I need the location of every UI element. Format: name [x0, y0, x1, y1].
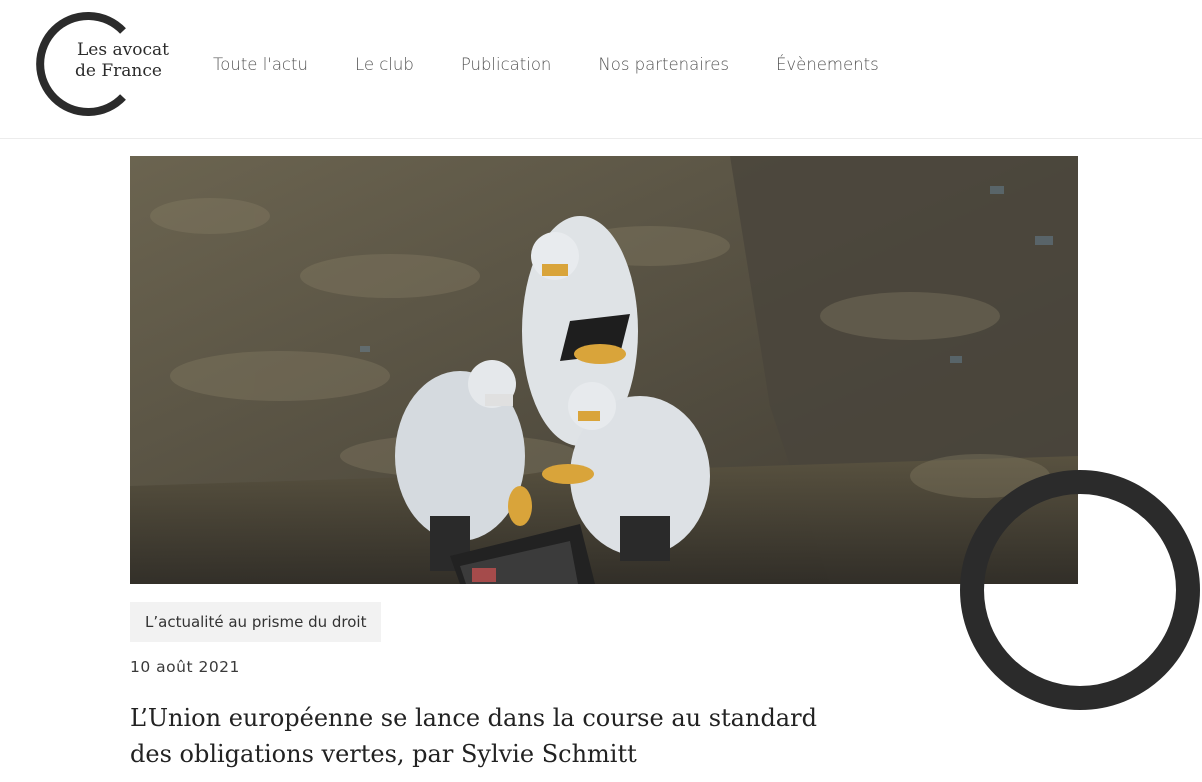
site-header: Les avocat de France Toute l'actu Le clu… — [0, 0, 1202, 139]
nav-item-nos-partenaires[interactable]: Nos partenaires — [598, 55, 729, 74]
landfill-scene-illustration — [130, 156, 1078, 584]
logo-line-1: Les avocat — [77, 40, 169, 60]
logo-line-2: de France — [75, 61, 162, 81]
category-tag[interactable]: L’actualité au prisme du droit — [130, 602, 382, 642]
article-title[interactable]: L’Union européenne se lance dans la cour… — [130, 700, 830, 772]
logo-wordmark: Les avocat de France — [75, 40, 169, 82]
site-logo[interactable]: Les avocat de France — [30, 10, 180, 116]
article-hero-image[interactable] — [130, 156, 1078, 584]
nav-item-le-club[interactable]: Le club — [355, 55, 414, 74]
nav-item-publication[interactable]: Publication — [461, 55, 552, 74]
main-nav: Toute l'actu Le club Publication Nos par… — [213, 55, 926, 74]
article-date: 10 août 2021 — [130, 658, 240, 676]
decorative-ring-icon — [960, 470, 1200, 710]
nav-item-toute-lactu[interactable]: Toute l'actu — [213, 55, 308, 74]
nav-item-evenements[interactable]: Évènements — [776, 55, 879, 74]
